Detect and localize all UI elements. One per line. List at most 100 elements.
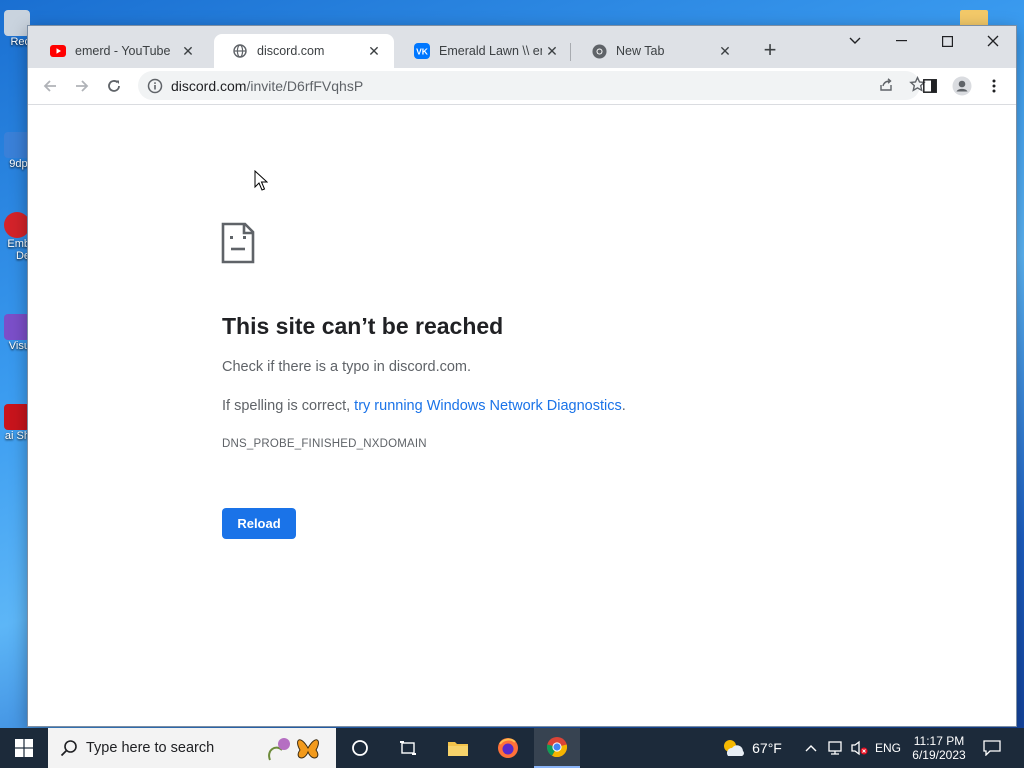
volume-button[interactable] [848, 728, 870, 768]
error-suggestion: Check if there is a typo in discord.com. [222, 359, 472, 375]
search-placeholder: Type here to search [86, 740, 215, 756]
windows-logo-icon [15, 739, 33, 757]
browser-window: emerd - YouTube ✕ discord.com ✕ VK Emera… [28, 26, 1016, 726]
clock[interactable]: 11:17 PM 6/19/2023 [906, 728, 972, 768]
task-view-icon [400, 741, 416, 755]
tab-search-button[interactable] [832, 26, 878, 56]
language-indicator[interactable]: ENG [872, 728, 904, 768]
clock-date: 6/19/2023 [912, 748, 966, 762]
arrow-left-icon [43, 80, 56, 92]
close-icon [987, 35, 999, 47]
info-icon[interactable] [147, 78, 163, 94]
url-host: discord.com [171, 77, 247, 94]
partly-cloudy-icon [724, 740, 744, 756]
network-button[interactable] [824, 728, 846, 768]
start-button[interactable] [0, 728, 48, 768]
menu-button[interactable] [980, 72, 1008, 100]
weather-temperature[interactable]: 67°F [750, 728, 784, 768]
tab-youtube[interactable]: emerd - YouTube ✕ [32, 34, 208, 68]
notification-icon [983, 740, 1001, 756]
mouse-cursor-icon [254, 170, 268, 191]
app-icon [4, 212, 30, 238]
close-tab-icon[interactable]: ✕ [715, 41, 735, 61]
toolbar: discord.com/invite/D6rfFVqhsP [28, 68, 1016, 105]
svg-text:VK: VK [416, 47, 429, 57]
chevron-up-icon [805, 745, 817, 752]
notifications-button[interactable] [978, 728, 1006, 768]
page-content: This site can’t be reached Check if ther… [28, 105, 1016, 726]
volume-muted-icon [851, 740, 868, 756]
task-view-button[interactable] [388, 728, 428, 768]
minimize-button[interactable] [878, 26, 924, 56]
network-icon [828, 741, 842, 755]
tab-title: emerd - YouTube [75, 44, 171, 58]
url-path: /invite/D6rfFVqhsP [246, 77, 364, 94]
new-tab-button[interactable]: + [758, 39, 782, 63]
tab-title: Emerald Lawn \\ eme [439, 44, 542, 58]
error-diagnostics-suffix: . [621, 398, 626, 414]
desktop-icon-emb[interactable]: Emb De [0, 212, 30, 262]
desktop-icon-label: Visu [8, 340, 30, 352]
youtube-icon [50, 43, 66, 59]
butterfly-decoration-icon [268, 738, 319, 761]
close-tab-icon[interactable]: ✕ [364, 41, 384, 61]
url-text[interactable]: discord.com/invite/D6rfFVqhsP [171, 78, 363, 94]
folder-icon [448, 742, 468, 756]
tab-new-tab[interactable]: New Tab ✕ [573, 34, 745, 68]
task-view-cortana-button[interactable] [340, 728, 380, 768]
desktop-icon-label: ai Sh [4, 430, 30, 442]
chrome-taskbar-button[interactable] [534, 728, 580, 768]
reload-toolbar-button[interactable] [100, 72, 128, 100]
reload-button[interactable]: Reload [222, 508, 296, 539]
error-title: This site can’t be reached [222, 313, 504, 339]
forward-button[interactable] [68, 72, 96, 100]
app-icon [4, 132, 30, 158]
tab-strip: emerd - YouTube ✕ discord.com ✕ VK Emera… [28, 26, 1016, 68]
profile-button[interactable] [948, 72, 976, 100]
side-panel-icon [923, 79, 937, 93]
tray-overflow-button[interactable] [802, 728, 820, 768]
weather-widget[interactable] [716, 728, 750, 768]
taskbar-search-box[interactable]: Type here to search [48, 728, 336, 768]
network-diagnostics-link[interactable]: try running Windows Network Diagnostics [354, 398, 622, 414]
kebab-menu-icon [992, 79, 996, 93]
desktop-icon-label: Emb De [7, 238, 30, 262]
back-button[interactable] [36, 72, 64, 100]
close-tab-icon[interactable]: ✕ [542, 41, 562, 61]
refresh-icon [108, 80, 120, 92]
desktop-icon-label: 9dpi [9, 158, 30, 170]
avatar-icon [952, 76, 972, 96]
vk-icon: VK [414, 43, 430, 59]
arrow-right-icon [76, 80, 89, 92]
tab-separator [570, 43, 571, 61]
firefox-icon [498, 738, 518, 758]
chrome-icon [546, 737, 568, 758]
close-tab-icon[interactable]: ✕ [178, 41, 198, 61]
search-icon [60, 740, 77, 757]
error-diagnostics-prefix: If spelling is correct, [222, 398, 355, 414]
maximize-button[interactable] [924, 26, 970, 56]
share-icon[interactable] [878, 77, 894, 98]
chrome-icon [591, 43, 607, 59]
desktop-icon-recycle-bin[interactable]: Rec [0, 10, 30, 48]
firefox-button[interactable] [488, 728, 528, 768]
recycle-bin-icon [4, 10, 30, 36]
desktop-icon-9dpi[interactable]: 9dpi [0, 132, 30, 170]
file-explorer-button[interactable] [438, 728, 478, 768]
app-icon [4, 314, 30, 340]
cortana-icon [352, 740, 368, 756]
error-diagnostics-line: If spelling is correct, try running Wind… [222, 398, 626, 414]
error-code: DNS_PROBE_FINISHED_NXDOMAIN [222, 438, 427, 450]
side-panel-button[interactable] [916, 72, 944, 100]
close-window-button[interactable] [970, 26, 1016, 56]
tab-title: discord.com [257, 44, 325, 58]
address-bar[interactable]: discord.com/invite/D6rfFVqhsP [138, 71, 926, 100]
tab-title: New Tab [616, 44, 665, 58]
desktop-icon-ai[interactable]: ai Sh [0, 404, 30, 442]
clock-time: 11:17 PM [913, 734, 965, 748]
sad-page-icon [221, 222, 255, 264]
tab-emerald-lawn[interactable]: VK Emerald Lawn \\ eme ✕ [396, 34, 572, 68]
desktop-icon-visual[interactable]: Visu [0, 314, 30, 352]
app-icon [4, 404, 30, 430]
tab-discord[interactable]: discord.com ✕ [214, 34, 394, 68]
